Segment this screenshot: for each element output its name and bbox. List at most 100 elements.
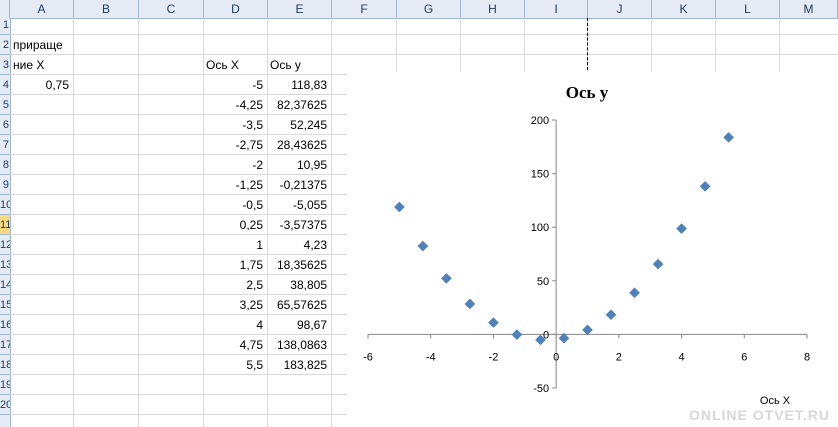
row-header-5[interactable]: 5 (0, 95, 10, 115)
cell-x-value[interactable]: -5 (203, 75, 267, 95)
cell-y-value[interactable]: 28,43625 (267, 135, 331, 155)
cell-y-value[interactable]: 82,37625 (267, 95, 331, 115)
row-header-13[interactable]: 13 (0, 255, 10, 275)
row-header-10[interactable]: 10 (0, 195, 10, 215)
row-header-20[interactable]: 20 (0, 395, 10, 415)
column-header-g[interactable]: G (397, 0, 461, 18)
cell-y-value[interactable]: 4,23 (267, 235, 331, 255)
row-header-14[interactable]: 14 (0, 275, 10, 295)
cell-x-value[interactable]: 0,25 (203, 215, 267, 235)
x-tick-label: 2 (616, 351, 622, 363)
cell-y-value[interactable]: 18,35625 (267, 255, 331, 275)
row-header-19[interactable]: 19 (0, 375, 10, 395)
cell-a2[interactable]: ние X (10, 55, 73, 75)
cell-x-value[interactable]: 4,75 (203, 335, 267, 355)
data-point (629, 287, 640, 299)
column-header-a[interactable]: A (10, 0, 74, 18)
cell-y-value[interactable]: 52,245 (267, 115, 331, 135)
y-tick-label: 150 (531, 169, 549, 181)
data-point (676, 223, 687, 234)
row-header-6[interactable]: 6 (0, 115, 10, 135)
cell-y-value[interactable]: 65,57625 (267, 295, 331, 315)
cell-x-value[interactable]: 2,5 (203, 275, 267, 295)
column-header-e[interactable]: E (268, 0, 332, 18)
x-tick-label: 6 (741, 351, 747, 363)
data-point (699, 181, 711, 192)
x-tick-label: -2 (489, 351, 499, 363)
row-header-18[interactable]: 18 (0, 355, 10, 375)
cell-y-value[interactable]: 10,95 (267, 155, 331, 175)
data-point (464, 298, 476, 310)
column-header-d[interactable]: D (204, 0, 268, 18)
spreadsheet: A B C D E F G H I J K L M 12345678910111… (0, 0, 838, 427)
x-tick-label: -4 (426, 351, 436, 363)
data-point (605, 309, 617, 321)
y-tick-label: -50 (533, 383, 549, 395)
cell-y-value[interactable]: -5,055 (267, 195, 331, 215)
column-header-l[interactable]: L (716, 0, 780, 18)
cell-a1[interactable]: прираще (10, 35, 130, 55)
cell-e2[interactable]: Ось у (267, 55, 331, 75)
cell-d2[interactable]: Ось X (203, 55, 267, 75)
cell-y-value[interactable]: 138,0863 (267, 335, 331, 355)
data-point (582, 324, 593, 336)
chart-canvas: Ось у-6 -4 -2 0 2 4 6 8-50050100150200Ось X (363, 83, 810, 407)
cell-x-value[interactable]: -1,25 (203, 175, 267, 195)
x-tick-label: 8 (804, 351, 810, 363)
column-headers: A B C D E F G H I J K L M (0, 0, 838, 19)
chart-title: Ось у (566, 83, 609, 102)
row-header-15[interactable]: 15 (0, 295, 10, 315)
column-header-b[interactable]: B (74, 0, 139, 18)
y-tick-label: 100 (531, 222, 549, 234)
column-header-f[interactable]: F (332, 0, 397, 18)
column-header-k[interactable]: K (652, 0, 716, 18)
row-header-7[interactable]: 7 (0, 135, 10, 155)
cell-y-value[interactable]: 98,67 (267, 315, 331, 335)
page-break-line (587, 18, 588, 70)
row-header-1[interactable]: 1 (0, 18, 10, 35)
cell-a3[interactable]: 0,75 (10, 75, 73, 95)
data-point (723, 131, 734, 143)
cell-x-value[interactable]: 5,5 (203, 355, 267, 375)
cell-y-value[interactable]: -0,21375 (267, 175, 331, 195)
row-header-17[interactable]: 17 (0, 335, 10, 355)
cell-y-value[interactable]: 118,83 (267, 75, 331, 95)
cell-x-value[interactable]: 1 (203, 235, 267, 255)
data-point (488, 317, 499, 329)
data-point (511, 329, 523, 340)
row-header-9[interactable]: 9 (0, 175, 10, 195)
row-header-2[interactable]: 2 (0, 35, 10, 55)
cell-x-value[interactable]: -3,5 (203, 115, 267, 135)
data-point (652, 258, 664, 270)
cell-y-value[interactable]: -3,57375 (267, 215, 331, 235)
cell-x-value[interactable]: -4,25 (203, 95, 267, 115)
cell-x-value[interactable]: 3,25 (203, 295, 267, 315)
cell-x-value[interactable]: 1,75 (203, 255, 267, 275)
y-tick-label: 200 (531, 115, 549, 127)
data-point (441, 273, 452, 284)
scatter-chart[interactable]: Ось у -6 -4 -2 0 2 4 6 8 -50 0 50 100 150 200 Ось X (347, 72, 838, 427)
row-header-8[interactable]: 8 (0, 155, 10, 175)
row-header-4[interactable]: 4 (0, 75, 10, 95)
watermark-logo: ONLINE OTVET.RU (688, 407, 830, 423)
row-header-16[interactable]: 16 (0, 315, 10, 335)
cell-y-value[interactable]: 38,805 (267, 275, 331, 295)
x-tick-label: -6 (363, 351, 373, 363)
cell-x-value[interactable]: -0,5 (203, 195, 267, 215)
column-header-h[interactable]: H (461, 0, 525, 18)
cell-x-value[interactable]: -2,75 (203, 135, 267, 155)
x-tick-label: 4 (679, 351, 685, 363)
row-header-3[interactable]: 3 (0, 55, 10, 75)
column-header-i[interactable]: I (525, 0, 588, 18)
cell-y-value[interactable]: 183,825 (267, 355, 331, 375)
column-header-m[interactable]: M (780, 0, 838, 18)
data-point (417, 240, 429, 252)
cell-x-value[interactable]: -2 (203, 155, 267, 175)
row-header-12[interactable]: 12 (0, 235, 10, 255)
column-header-c[interactable]: C (139, 0, 204, 18)
select-all-corner[interactable] (0, 0, 10, 18)
column-header-j[interactable]: J (588, 0, 652, 18)
cell-x-value[interactable]: 4 (203, 315, 267, 335)
row-header-11[interactable]: 11 (0, 215, 10, 235)
data-point (394, 201, 405, 213)
